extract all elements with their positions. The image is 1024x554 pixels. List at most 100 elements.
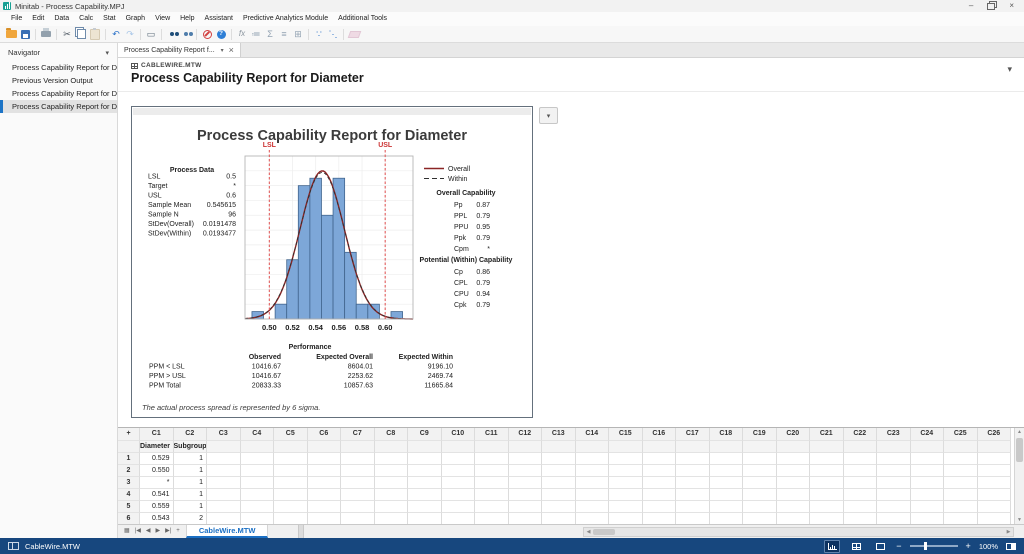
cell-c17-r4[interactable] bbox=[676, 489, 710, 501]
cell-c12-r3[interactable] bbox=[508, 477, 542, 489]
cell-c6-r1[interactable] bbox=[307, 453, 341, 465]
cell-c20-r2[interactable] bbox=[776, 465, 810, 477]
cell-c21-r5[interactable] bbox=[810, 501, 844, 513]
help-icon[interactable] bbox=[214, 27, 228, 41]
column-header-c2[interactable]: C2 bbox=[173, 428, 207, 441]
cell-c4-r5[interactable] bbox=[240, 501, 274, 513]
cell-c26-r2[interactable] bbox=[977, 465, 1011, 477]
cut-icon[interactable]: ✂ bbox=[60, 27, 74, 41]
cell-c24-r2[interactable] bbox=[910, 465, 944, 477]
navigator-item-2[interactable]: Previous Version Output bbox=[0, 74, 117, 87]
column-name-c10[interactable] bbox=[441, 441, 475, 453]
cell-c2-r2[interactable]: 1 bbox=[173, 465, 207, 477]
cell-c22-r2[interactable] bbox=[843, 465, 877, 477]
column-header-c1[interactable]: C1 bbox=[140, 428, 174, 441]
close-button-icon[interactable]: × bbox=[1009, 2, 1014, 10]
cell-c15-r4[interactable] bbox=[609, 489, 643, 501]
row-number-1[interactable]: 1 bbox=[118, 453, 140, 465]
menu-graph[interactable]: Graph bbox=[121, 12, 150, 26]
column-name-c5[interactable] bbox=[274, 441, 308, 453]
cell-c25-r3[interactable] bbox=[944, 477, 978, 489]
cell-c14-r1[interactable] bbox=[575, 453, 609, 465]
cell-c16-r3[interactable] bbox=[642, 477, 676, 489]
show-blank-view-icon[interactable] bbox=[872, 540, 888, 553]
table-corner-cell[interactable]: + bbox=[118, 428, 140, 441]
cell-c7-r4[interactable] bbox=[341, 489, 375, 501]
cell-c5-r5[interactable] bbox=[274, 501, 308, 513]
cell-c5-r2[interactable] bbox=[274, 465, 308, 477]
cell-c13-r3[interactable] bbox=[542, 477, 576, 489]
zoom-slider-thumb[interactable] bbox=[923, 542, 927, 550]
cell-c17-r2[interactable] bbox=[676, 465, 710, 477]
cell-c11-r3[interactable] bbox=[475, 477, 509, 489]
cell-c19-r4[interactable] bbox=[743, 489, 777, 501]
cell-c16-r4[interactable] bbox=[642, 489, 676, 501]
column-name-c15[interactable] bbox=[609, 441, 643, 453]
zoom-out-icon[interactable]: − bbox=[896, 541, 901, 551]
cell-c26-r5[interactable] bbox=[977, 501, 1011, 513]
column-header-c3[interactable]: C3 bbox=[207, 428, 241, 441]
column-header-c6[interactable]: C6 bbox=[307, 428, 341, 441]
column-name-c24[interactable] bbox=[910, 441, 944, 453]
capability-graph[interactable]: Process Capability Report for Diameter LS… bbox=[131, 106, 533, 418]
column-header-c21[interactable]: C21 bbox=[810, 428, 844, 441]
output-tab[interactable]: Process Capability Report f... ▾ × bbox=[118, 43, 241, 57]
cell-c17-r3[interactable] bbox=[676, 477, 710, 489]
cell-c23-r4[interactable] bbox=[877, 489, 911, 501]
cell-c14-r3[interactable] bbox=[575, 477, 609, 489]
cell-c1-r3[interactable]: * bbox=[140, 477, 174, 489]
cell-c25-r1[interactable] bbox=[944, 453, 978, 465]
row-number-5[interactable]: 5 bbox=[118, 501, 140, 513]
cell-c9-r4[interactable] bbox=[408, 489, 442, 501]
cell-c14-r4[interactable] bbox=[575, 489, 609, 501]
cell-c13-r1[interactable] bbox=[542, 453, 576, 465]
scroll-left-icon[interactable]: ◀ bbox=[584, 529, 593, 535]
cell-c8-r3[interactable] bbox=[374, 477, 408, 489]
navigator-item-1[interactable]: Process Capability Report for Di... bbox=[0, 61, 117, 74]
column-name-c7[interactable] bbox=[341, 441, 375, 453]
graph-menu-button[interactable]: ▾ bbox=[539, 107, 558, 124]
subset-worksheet-icon[interactable]: ⊞ bbox=[291, 27, 305, 41]
cell-c10-r2[interactable] bbox=[441, 465, 475, 477]
column-name-c18[interactable] bbox=[709, 441, 743, 453]
column-name-c21[interactable] bbox=[810, 441, 844, 453]
worksheet-tab[interactable]: CableWire.MTW bbox=[185, 525, 269, 538]
column-name-c14[interactable] bbox=[575, 441, 609, 453]
cell-c26-r4[interactable] bbox=[977, 489, 1011, 501]
cell-c3-r4[interactable] bbox=[207, 489, 241, 501]
cell-c16-r1[interactable] bbox=[642, 453, 676, 465]
column-header-c24[interactable]: C24 bbox=[910, 428, 944, 441]
navigator-item-3[interactable]: Process Capability Report for Di... bbox=[0, 87, 117, 100]
worksheet-list-icon[interactable]: ▦ bbox=[124, 525, 130, 538]
cell-c10-r3[interactable] bbox=[441, 477, 475, 489]
menu-file[interactable]: File bbox=[6, 12, 27, 26]
cell-c2-r5[interactable]: 1 bbox=[173, 501, 207, 513]
cell-c8-r1[interactable] bbox=[374, 453, 408, 465]
cell-c13-r5[interactable] bbox=[542, 501, 576, 513]
cell-c12-r5[interactable] bbox=[508, 501, 542, 513]
stop-icon[interactable] bbox=[200, 27, 214, 41]
column-name-c22[interactable] bbox=[843, 441, 877, 453]
previous-worksheet-icon[interactable]: ◀ bbox=[146, 525, 151, 538]
open-project-icon[interactable] bbox=[4, 27, 18, 41]
cell-c25-r4[interactable] bbox=[944, 489, 978, 501]
cell-c16-r5[interactable] bbox=[642, 501, 676, 513]
menu-assistant[interactable]: Assistant bbox=[200, 12, 238, 26]
menu-view[interactable]: View bbox=[150, 12, 175, 26]
column-header-c20[interactable]: C20 bbox=[776, 428, 810, 441]
column-header-c18[interactable]: C18 bbox=[709, 428, 743, 441]
column-name-c4[interactable] bbox=[240, 441, 274, 453]
cell-c13-r2[interactable] bbox=[542, 465, 576, 477]
column-name-c17[interactable] bbox=[676, 441, 710, 453]
column-header-c11[interactable]: C11 bbox=[475, 428, 509, 441]
column-header-c8[interactable]: C8 bbox=[374, 428, 408, 441]
minimize-button-icon[interactable]: – bbox=[969, 2, 973, 10]
column-header-c4[interactable]: C4 bbox=[240, 428, 274, 441]
column-name-c26[interactable] bbox=[977, 441, 1011, 453]
cell-c11-r1[interactable] bbox=[475, 453, 509, 465]
cell-c15-r2[interactable] bbox=[609, 465, 643, 477]
column-name-c16[interactable] bbox=[642, 441, 676, 453]
cell-c8-r4[interactable] bbox=[374, 489, 408, 501]
cell-c8-r2[interactable] bbox=[374, 465, 408, 477]
cell-c12-r4[interactable] bbox=[508, 489, 542, 501]
